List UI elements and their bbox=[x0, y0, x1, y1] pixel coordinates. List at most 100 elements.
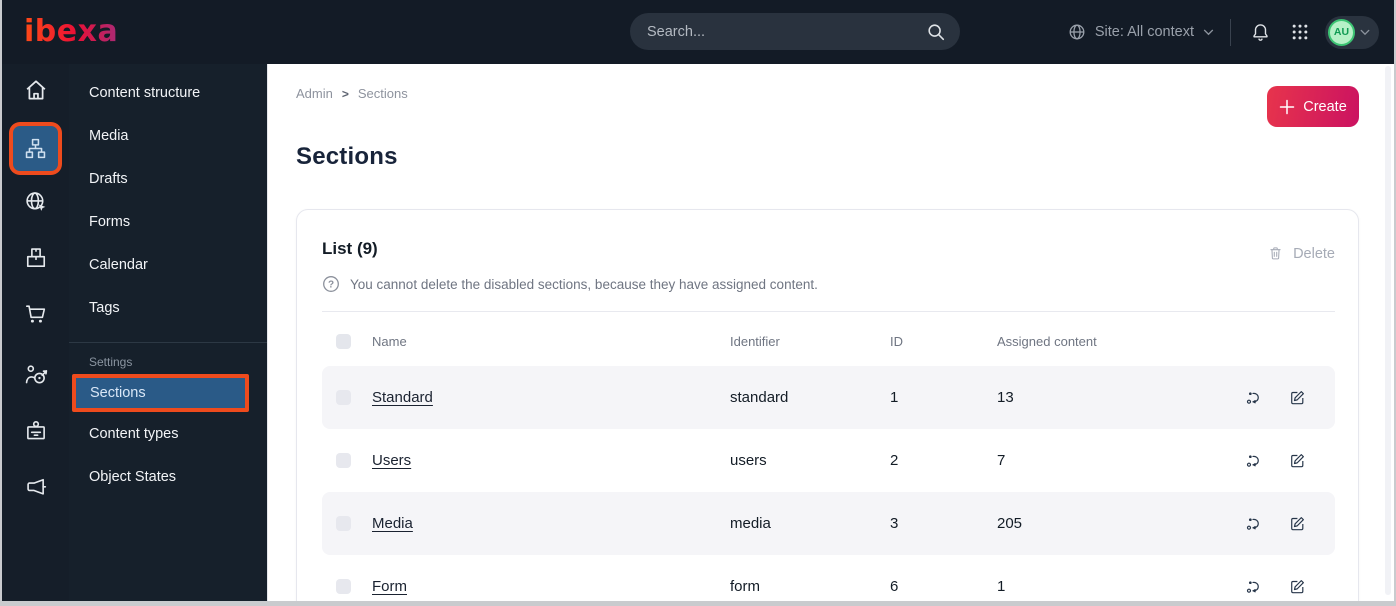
breadcrumb: Admin > Sections bbox=[296, 86, 1359, 101]
icon-rail bbox=[2, 64, 69, 601]
secondary-menu: Content structure Media Drafts Forms Cal… bbox=[69, 64, 267, 601]
column-header-assigned: Assigned content bbox=[997, 333, 1097, 349]
menu-item-tags[interactable]: Tags bbox=[69, 286, 267, 329]
help-circle-icon: ? bbox=[322, 275, 340, 293]
menu-item-sections[interactable]: Sections bbox=[72, 374, 249, 412]
scrollbar[interactable] bbox=[1385, 66, 1391, 595]
section-identifier: users bbox=[730, 452, 767, 469]
row-checkbox[interactable] bbox=[336, 516, 351, 531]
section-id: 2 bbox=[890, 452, 899, 469]
search-input[interactable] bbox=[647, 23, 926, 40]
edit-icon[interactable] bbox=[1288, 388, 1307, 407]
card-divider bbox=[322, 311, 1335, 312]
topbar: ibexa Site: All context AU bbox=[2, 0, 1394, 64]
edit-icon[interactable] bbox=[1288, 514, 1307, 533]
user-menu[interactable]: AU bbox=[1325, 15, 1379, 49]
section-assigned-count: 7 bbox=[997, 452, 1006, 469]
page-title: Sections bbox=[296, 143, 398, 170]
menu-item-media[interactable]: Media bbox=[69, 114, 267, 157]
section-assigned-count: 13 bbox=[997, 389, 1014, 406]
menu-item-object-states[interactable]: Object States bbox=[69, 455, 267, 498]
topbar-right-cluster: Site: All context AU bbox=[1068, 0, 1379, 64]
delete-button[interactable]: Delete bbox=[1267, 245, 1335, 262]
menu-item-drafts[interactable]: Drafts bbox=[69, 157, 267, 200]
breadcrumb-admin[interactable]: Admin bbox=[296, 86, 333, 101]
menu-item-content-types[interactable]: Content types bbox=[69, 412, 267, 455]
breadcrumb-separator: > bbox=[341, 86, 349, 101]
sidebar-item-site[interactable] bbox=[2, 176, 69, 232]
column-header-identifier: Identifier bbox=[730, 333, 780, 349]
menu-divider bbox=[69, 342, 267, 343]
global-search[interactable] bbox=[630, 13, 960, 50]
section-identifier: form bbox=[730, 578, 760, 595]
table-row: Form form 6 1 bbox=[322, 555, 1335, 601]
section-assigned-count: 1 bbox=[997, 578, 1006, 595]
admin-badge-icon bbox=[23, 418, 49, 449]
megaphone-icon bbox=[23, 474, 49, 505]
notifications-bell-icon[interactable] bbox=[1250, 22, 1271, 43]
sidebar-item-commerce[interactable] bbox=[2, 288, 69, 344]
section-id: 1 bbox=[890, 389, 899, 406]
sidebar-item-dashboard[interactable] bbox=[2, 64, 69, 120]
topbar-divider bbox=[1230, 18, 1231, 46]
personalization-target-icon bbox=[23, 362, 49, 393]
ibexa-logo[interactable]: ibexa bbox=[24, 17, 118, 47]
row-checkbox[interactable] bbox=[336, 453, 351, 468]
delete-button-label: Delete bbox=[1293, 245, 1335, 262]
sidebar-item-admin[interactable] bbox=[2, 405, 69, 461]
plus-icon bbox=[1279, 99, 1295, 115]
create-button-label: Create bbox=[1303, 98, 1347, 115]
cart-icon bbox=[23, 301, 49, 332]
assign-content-icon[interactable] bbox=[1244, 577, 1263, 596]
list-info-text: You cannot delete the disabled sections,… bbox=[350, 276, 818, 292]
sidebar-item-content[interactable] bbox=[2, 120, 69, 176]
section-name-link[interactable]: Form bbox=[372, 578, 407, 595]
sidebar-item-products[interactable] bbox=[2, 232, 69, 288]
assign-content-icon[interactable] bbox=[1244, 388, 1263, 407]
section-identifier: standard bbox=[730, 389, 789, 406]
list-title: List (9) bbox=[322, 238, 378, 258]
column-header-name: Name bbox=[372, 333, 407, 349]
settings-group-label: Settings bbox=[89, 355, 133, 369]
row-checkbox[interactable] bbox=[336, 579, 351, 594]
table-row: Users users 2 7 bbox=[322, 429, 1335, 492]
assign-content-icon[interactable] bbox=[1244, 514, 1263, 533]
chevron-down-icon bbox=[1360, 29, 1370, 36]
edit-icon[interactable] bbox=[1288, 577, 1307, 596]
create-button[interactable]: Create bbox=[1267, 86, 1359, 127]
products-boxes-icon bbox=[23, 245, 49, 276]
main-content: Admin > Sections Create Sections List (9… bbox=[267, 64, 1394, 601]
home-icon bbox=[23, 77, 49, 108]
list-info: ? You cannot delete the disabled section… bbox=[322, 275, 1335, 293]
row-checkbox[interactable] bbox=[336, 390, 351, 405]
trash-icon bbox=[1267, 245, 1284, 262]
column-header-id: ID bbox=[890, 333, 903, 349]
table-header-row: Name Identifier ID Assigned content bbox=[322, 316, 1335, 366]
section-name-link[interactable]: Standard bbox=[372, 389, 433, 406]
section-name-link[interactable]: Users bbox=[372, 452, 411, 469]
sidebar-item-marketing[interactable] bbox=[2, 461, 69, 517]
section-name-link[interactable]: Media bbox=[372, 515, 413, 532]
table-row: Media media 3 205 bbox=[322, 492, 1335, 555]
menu-item-calendar[interactable]: Calendar bbox=[69, 243, 267, 286]
edit-icon[interactable] bbox=[1288, 451, 1307, 470]
section-id: 3 bbox=[890, 515, 899, 532]
avatar: AU bbox=[1328, 18, 1355, 46]
chevron-down-icon bbox=[1203, 29, 1214, 36]
site-context-selector[interactable]: Site: All context bbox=[1068, 23, 1214, 41]
menu-item-content-structure[interactable]: Content structure bbox=[69, 71, 267, 114]
menu-item-forms[interactable]: Forms bbox=[69, 200, 267, 243]
svg-text:?: ? bbox=[328, 279, 334, 290]
select-all-checkbox[interactable] bbox=[336, 333, 351, 349]
sidebar-item-personalization[interactable] bbox=[2, 349, 69, 405]
search-icon[interactable] bbox=[926, 22, 945, 41]
assign-content-icon[interactable] bbox=[1244, 451, 1263, 470]
section-id: 6 bbox=[890, 578, 899, 595]
site-globe-cursor-icon bbox=[23, 189, 49, 220]
breadcrumb-sections[interactable]: Sections bbox=[358, 86, 408, 101]
app-grid-icon[interactable] bbox=[1290, 22, 1310, 42]
section-identifier: media bbox=[730, 515, 771, 532]
content-structure-icon bbox=[13, 125, 58, 171]
section-assigned-count: 205 bbox=[997, 515, 1023, 532]
site-context-label: Site: All context bbox=[1094, 24, 1194, 40]
